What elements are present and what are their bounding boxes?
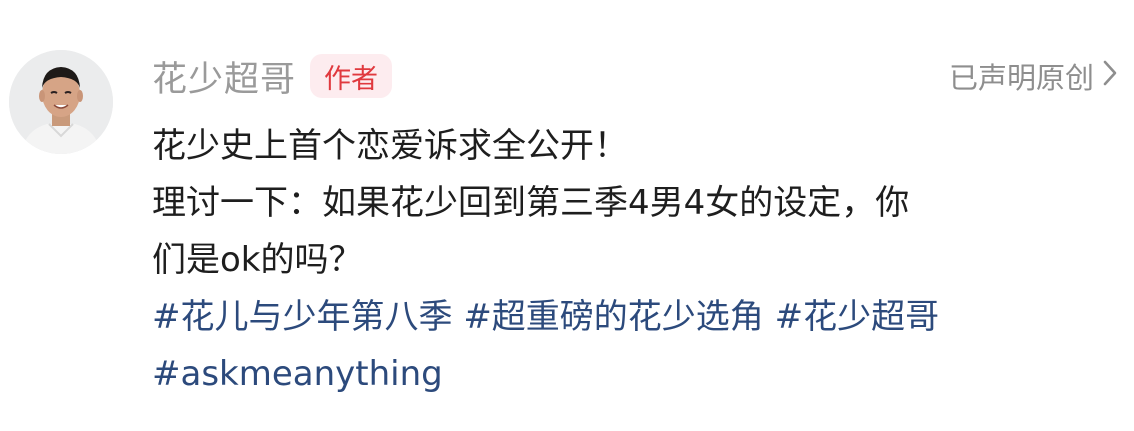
post-text-line: 花少史上首个恋爱诉求全公开！ <box>152 126 628 166</box>
hashtag-link[interactable]: #askmeanything <box>152 354 443 394</box>
hashtag-row: #askmeanything <box>152 346 1112 403</box>
hashtag-link[interactable]: #花儿与少年第八季 <box>152 297 453 337</box>
post-text-line: 们是ok的吗？ <box>152 240 363 280</box>
hashtag-link[interactable]: #超重磅的花少选角 <box>463 297 764 337</box>
author-badge: 作者 <box>310 54 393 98</box>
original-statement-link[interactable]: 已声明原创 <box>949 56 1118 96</box>
hashtag-row: #花儿与少年第八季 #超重磅的花少选角 #花少超哥 <box>152 289 1112 346</box>
original-statement-label: 已声明原创 <box>948 61 1094 95</box>
chevron-right-icon <box>1102 59 1118 94</box>
avatar-photo <box>9 50 113 154</box>
hashtag-link[interactable]: #花少超哥 <box>775 297 940 337</box>
post-content: 花少史上首个恋爱诉求全公开！ 理讨一下：如果花少回到第三季4男4女的设定，你 们… <box>152 118 1112 403</box>
avatar[interactable] <box>9 50 113 154</box>
comment-card: 花少超哥 作者 已声明原创 花少史上首个恋爱诉求全公开！ 理讨一下：如果花少回到… <box>0 0 1134 431</box>
author-name[interactable]: 花少超哥 <box>152 51 296 102</box>
comment-header: 花少超哥 作者 <box>152 51 393 102</box>
post-text-line: 理讨一下：如果花少回到第三季4男4女的设定，你 <box>152 183 910 223</box>
